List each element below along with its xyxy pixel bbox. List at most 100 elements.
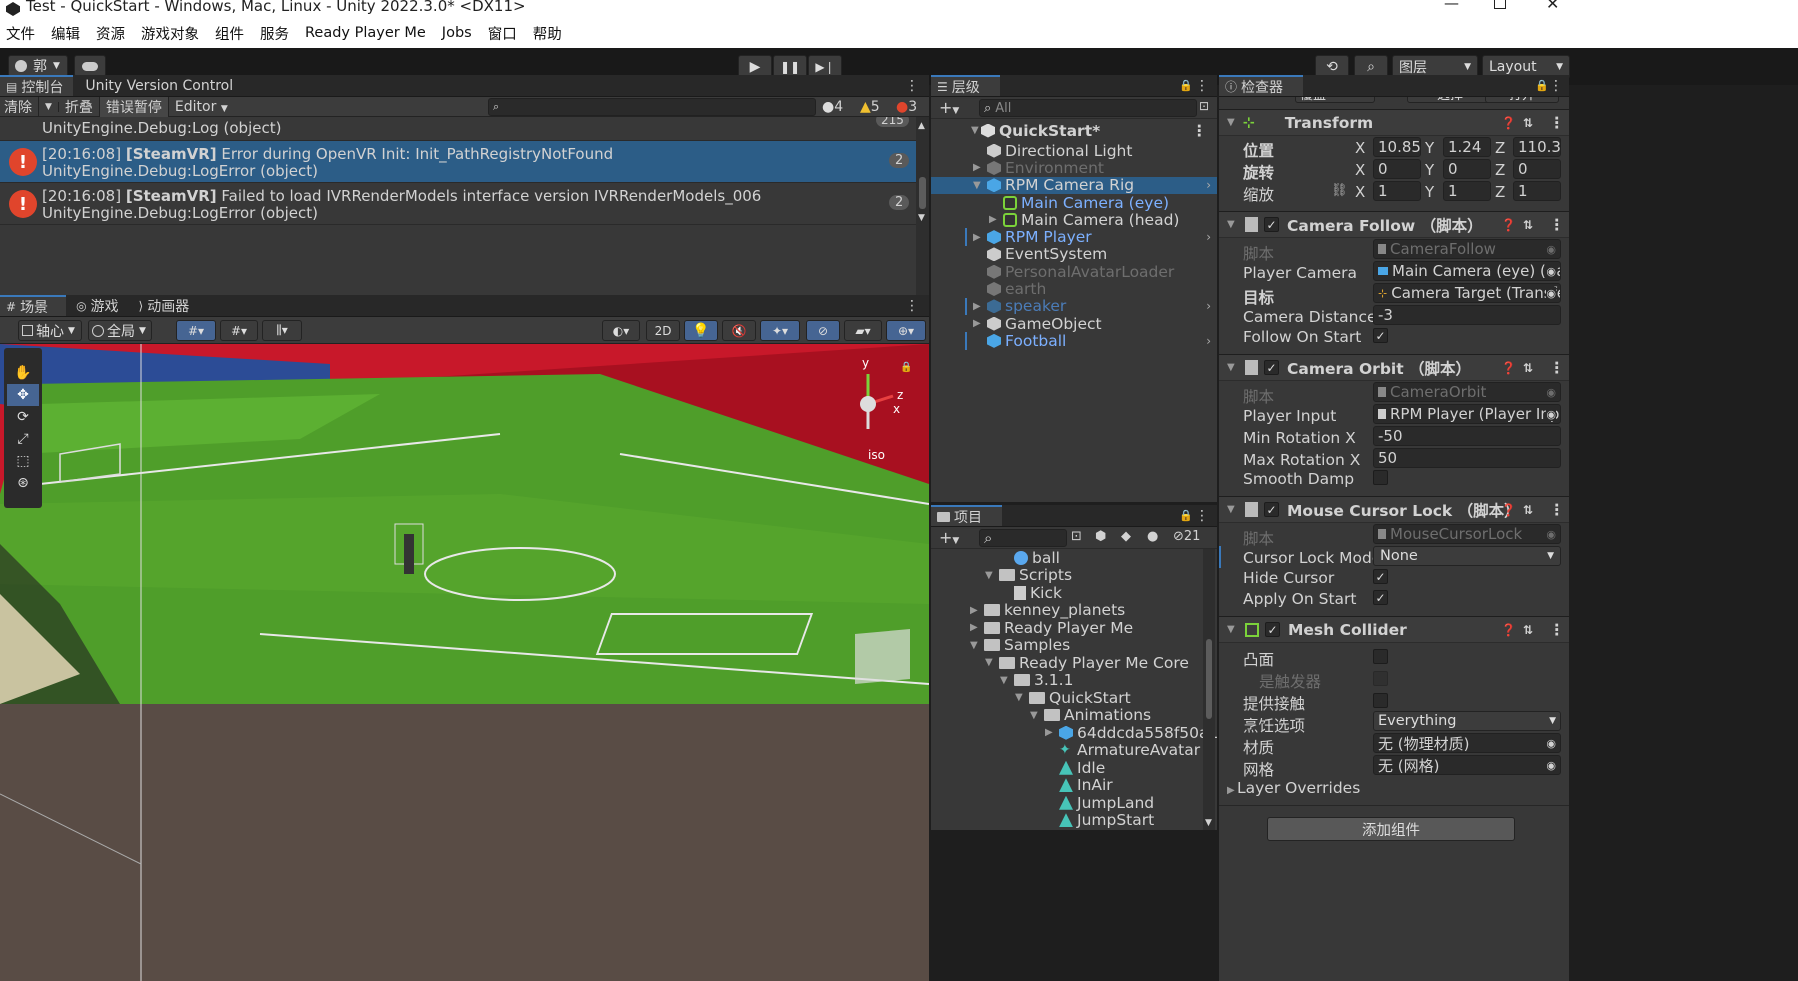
project-item[interactable]: Kick (931, 584, 1217, 602)
hierarchy-item[interactable]: Main Camera (eye) (931, 194, 1217, 212)
hierarchy-item[interactable]: ▼ RPM Camera Rig › (931, 176, 1217, 194)
axis-x-label[interactable]: X (1355, 139, 1365, 157)
transform-tool[interactable]: ⊛ (7, 472, 39, 494)
transform-scale-x-input[interactable]: 1 (1373, 181, 1421, 201)
project-item[interactable]: ▼ Scripts (931, 566, 1217, 584)
transform-rot-z-input[interactable]: 0 (1513, 159, 1561, 179)
more-icon[interactable]: ⋮ (905, 298, 919, 314)
preset-icon[interactable]: ⇅ (1523, 361, 1533, 375)
open-button[interactable]: 打开 (1485, 97, 1559, 103)
console-scrollbar[interactable]: ▲ ▼ (916, 117, 929, 295)
project-search-input[interactable]: ⌕ (979, 529, 1067, 547)
axis-z-label[interactable]: Z (1495, 183, 1505, 201)
preset-icon[interactable]: ⇅ (1523, 116, 1533, 130)
type-filter-icon[interactable]: ⬢ (1095, 529, 1106, 544)
tab-scene[interactable]: # 场景 (0, 295, 67, 316)
menu-item[interactable]: 窗口 (488, 23, 517, 44)
close-icon[interactable]: ✕ (1546, 0, 1559, 13)
mc-overrides-foldout[interactable]: ▶ Layer Overrides (1227, 779, 1360, 797)
warning-filter-icon[interactable]: ● (1147, 529, 1158, 544)
hierarchy-item[interactable]: ▶ RPM Player › (931, 228, 1217, 246)
target-icon[interactable]: ◉ (1546, 264, 1556, 278)
console-search-input[interactable]: ⌕ (488, 98, 816, 116)
mesh-collider-enabled-checkbox[interactable]: ✓ (1265, 622, 1280, 637)
scroll-down-icon[interactable]: ▼ (1205, 818, 1212, 828)
preset-icon[interactable]: ⇅ (1523, 623, 1533, 637)
camera-orbit-enabled-checkbox[interactable]: ✓ (1264, 360, 1279, 375)
visibility-toggle[interactable]: ⊘ (806, 320, 840, 341)
more-icon[interactable]: ⋮ (1549, 78, 1563, 94)
scroll-up-icon[interactable]: ▲ (918, 121, 925, 131)
maximize-icon[interactable] (1494, 0, 1506, 9)
hierarchy-item[interactable]: Directional Light (931, 142, 1217, 160)
project-item[interactable]: Idle (931, 759, 1217, 777)
camera-orbit-header[interactable]: ▼ ✓ Camera Orbit （脚本） ❓ ⇅ ⋮ (1219, 354, 1569, 381)
hierarchy-search-input[interactable]: ⌕ All (979, 99, 1197, 117)
axis-y-label[interactable]: Y (1425, 139, 1434, 157)
transform-scale-z-input[interactable]: 1 (1513, 181, 1561, 201)
target-icon[interactable]: ◉ (1546, 286, 1556, 300)
camera-follow-header[interactable]: ▼ ✓ Camera Follow （脚本） ❓ ⇅ ⋮ (1219, 211, 1569, 238)
lock-icon[interactable]: 🔒 (1535, 79, 1549, 92)
project-item[interactable]: JumpLand (931, 794, 1217, 812)
more-icon[interactable]: ⋮ (1192, 122, 1208, 140)
grid-snap-button[interactable]: #▾ (176, 320, 216, 341)
axis-y-label[interactable]: Y (1425, 161, 1434, 179)
error-pause-button[interactable]: 错误暂停 (99, 96, 169, 117)
tab-animator[interactable]: ⟩ 动画器 (129, 295, 200, 316)
label-filter-icon[interactable]: ◆ (1121, 529, 1131, 544)
more-icon[interactable]: ⋮ (905, 78, 919, 94)
console-prev-row[interactable]: UnityEngine.Debug:Log (object) 215 (0, 117, 916, 141)
project-item[interactable]: ▶ kenney_planets (931, 601, 1217, 619)
lock-icon[interactable]: 🔒 (900, 362, 912, 373)
mouse-lock-enabled-checkbox[interactable]: ✓ (1264, 502, 1279, 517)
effects-dropdown[interactable]: ✦▾ (760, 320, 800, 341)
warning-count[interactable]: ▲5 (860, 99, 880, 115)
tab-hierarchy[interactable]: ☰ 层级 (931, 75, 1000, 96)
console-log-row[interactable]: ! [20:16:08] [SteamVR] Failed to load IV… (0, 183, 916, 225)
preset-icon[interactable]: ⇅ (1523, 503, 1533, 517)
transform-header[interactable]: ▼ ⊹ Transform ❓ ⇅ ⋮ (1219, 109, 1569, 136)
project-item[interactable]: ▶ Ready Player Me (931, 619, 1217, 637)
axis-y-label[interactable]: Y (1425, 183, 1434, 201)
console-log-row[interactable]: ! [20:16:08] [SteamVR] Error during Open… (0, 141, 916, 183)
chevron-down-icon[interactable]: ▼ (39, 101, 59, 112)
mc-convex-checkbox[interactable] (1373, 649, 1388, 664)
axis-z-label[interactable]: Z (1495, 139, 1505, 157)
transform-rot-y-input[interactable]: 0 (1443, 159, 1491, 179)
scroll-thumb[interactable] (1206, 639, 1212, 719)
help-icon[interactable]: ❓ (1501, 503, 1516, 517)
cf-player-camera-field[interactable]: Main Camera (eye) (Car ◉ (1373, 261, 1561, 281)
tab-version-control[interactable]: Unity Version Control (73, 75, 243, 96)
mesh-collider-header[interactable]: ▼ ✓ Mesh Collider ❓ ⇅ ⋮ (1219, 616, 1569, 643)
mc-contacts-checkbox[interactable] (1373, 693, 1388, 708)
info-count[interactable]: ●4 (822, 99, 843, 115)
transform-pos-y-input[interactable]: 1.24 (1443, 137, 1491, 157)
co-min-input[interactable]: -50 (1373, 426, 1561, 446)
draw-mode-dropdown[interactable]: ◐▾ (602, 320, 640, 341)
2d-toggle[interactable]: 2D (646, 320, 680, 341)
tab-game[interactable]: ◎ 游戏 (66, 295, 128, 316)
gizmos-dropdown[interactable]: ⊕▾ (886, 320, 926, 341)
add-button[interactable]: +▼ (939, 98, 959, 117)
collapse-button[interactable]: 折叠 (59, 96, 100, 117)
cloud-button[interactable] (74, 55, 106, 77)
lighting-toggle[interactable]: 💡 (684, 320, 718, 341)
more-icon[interactable]: ⋮ (1549, 621, 1565, 639)
select-button[interactable]: 选择 (1407, 97, 1493, 103)
project-item[interactable]: ▶64ddcda558f50a12df4 (931, 724, 1217, 742)
chevron-right-icon[interactable]: › (1206, 299, 1211, 313)
tab-inspector[interactable]: ⓘ 检查器 (1219, 75, 1304, 96)
project-item[interactable]: ✦ ArmatureAvatar (931, 741, 1217, 759)
hand-tool[interactable]: ✋ (7, 362, 39, 384)
menu-item[interactable]: 文件 (6, 23, 35, 44)
ml-apply-checkbox[interactable]: ✓ (1373, 590, 1388, 605)
cf-follow-checkbox[interactable]: ✓ (1373, 328, 1388, 343)
chevron-right-icon[interactable]: › (1206, 230, 1211, 244)
chevron-right-icon[interactable]: › (1206, 178, 1211, 192)
menu-item[interactable]: 游戏对象 (141, 23, 199, 44)
axis-z-label[interactable]: Z (1495, 161, 1505, 179)
help-icon[interactable]: ❓ (1501, 218, 1516, 232)
menu-item[interactable]: 服务 (260, 23, 289, 44)
scene-root[interactable]: ▼ QuickStart* ⋮ (931, 119, 1217, 142)
